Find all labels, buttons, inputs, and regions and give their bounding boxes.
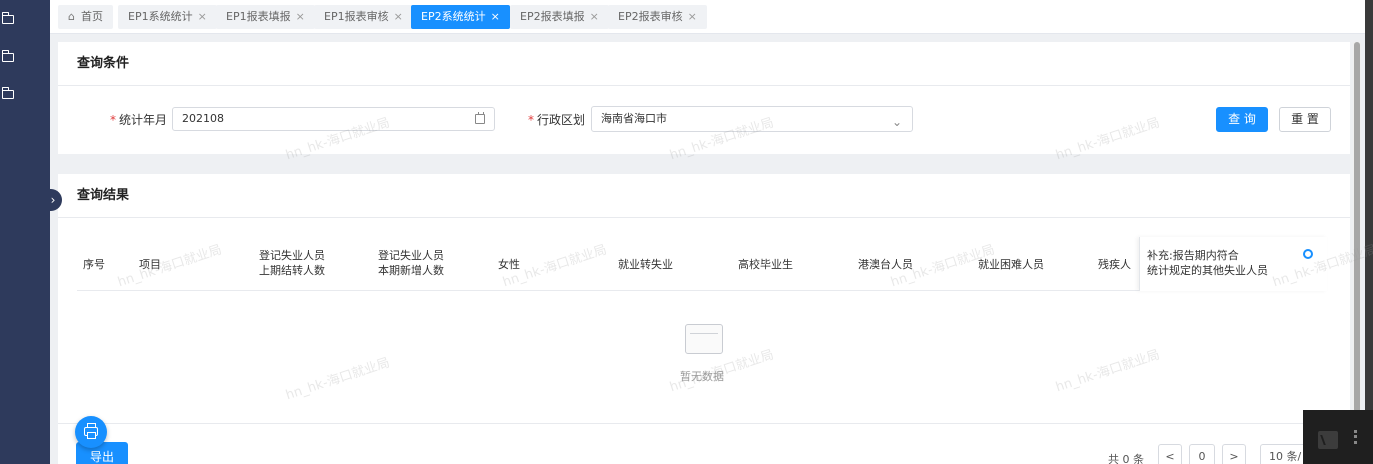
- required-mark: *: [528, 113, 534, 127]
- col-header-graduates: 高校毕业生: [738, 258, 793, 271]
- sidebar: [0, 0, 50, 464]
- col-header-supplement: 补充:报告期内符合 统计规定的其他失业人员: [1147, 249, 1268, 277]
- empty-text: 暂无数据: [680, 370, 724, 383]
- results-title: 查询结果: [58, 174, 1350, 218]
- tab-ep1-report-review[interactable]: EP1报表审核 ×: [314, 5, 413, 29]
- col-header-item: 项目: [139, 258, 161, 271]
- tab-ep2-report-fill[interactable]: EP2报表填报 ×: [510, 5, 609, 29]
- sidebar-folder-icon-3[interactable]: [1, 87, 16, 101]
- col-header-index: 序号: [83, 258, 105, 271]
- table-header: 序号 项目 登记失业人员 上期结转人数 登记失业人员 本期新增人数 女性 就业转失业…: [77, 237, 1327, 291]
- tab-close-icon[interactable]: ×: [198, 10, 207, 23]
- tab-close-icon[interactable]: ×: [491, 10, 500, 23]
- table-footer: 共 0 条 < 0 > 10 条/: [58, 423, 1350, 464]
- total-count: 共 0 条: [1108, 453, 1144, 464]
- scrollbar-thumb[interactable]: [1354, 42, 1360, 462]
- tab-ep1-system-stats[interactable]: EP1系统统计 ×: [118, 5, 217, 29]
- floating-widget[interactable]: [1303, 410, 1373, 464]
- col-header-employed-to-unemployed: 就业转失业: [618, 258, 673, 271]
- tab-close-icon[interactable]: ×: [394, 10, 403, 23]
- month-label: * 统计年月: [110, 113, 168, 127]
- fixed-column-header: 补充:报告期内符合 统计规定的其他失业人员: [1139, 237, 1327, 291]
- col-header-female: 女性: [498, 258, 520, 271]
- vertical-scrollbar[interactable]: [1353, 42, 1361, 462]
- region-label: * 行政区划: [528, 113, 586, 127]
- sidebar-folder-icon-2[interactable]: [1, 50, 16, 64]
- col-header-carried-over: 登记失业人员 上期结转人数: [259, 249, 325, 277]
- tab-ep2-report-review[interactable]: EP2报表审核 ×: [608, 5, 707, 29]
- query-card: 查询条件 * 统计年月 202108 * 行政区划 海南省海口市 ⌄ 查 询 重 置: [58, 42, 1350, 154]
- next-page-button[interactable]: >: [1222, 444, 1246, 464]
- tab-home[interactable]: ⌂ 首页: [58, 5, 113, 29]
- reset-button[interactable]: 重 置: [1279, 107, 1331, 132]
- sidebar-folder-icon-1[interactable]: [1, 12, 16, 26]
- print-fab-button[interactable]: [75, 416, 107, 448]
- region-select[interactable]: 海南省海口市 ⌄: [591, 106, 913, 132]
- screen-share-icon[interactable]: [1318, 431, 1338, 449]
- empty-inbox-icon: [685, 324, 723, 354]
- printer-icon: [84, 423, 98, 439]
- col-header-disabled: 残疾人: [1098, 258, 1131, 271]
- tab-close-icon[interactable]: ×: [688, 10, 697, 23]
- column-settings-gear-icon[interactable]: [1303, 249, 1313, 259]
- current-page[interactable]: 0: [1189, 444, 1215, 464]
- home-icon: ⌂: [68, 10, 75, 23]
- main-content: 查询条件 * 统计年月 202108 * 行政区划 海南省海口市 ⌄ 查 询 重 置…: [50, 34, 1365, 464]
- required-mark: *: [110, 113, 116, 127]
- query-title: 查询条件: [58, 42, 1350, 86]
- window-edge: [1365, 0, 1373, 464]
- tabs-bar: ⌂ 首页 EP1系统统计 × EP1报表填报 × EP1报表审核 × EP2系统统计 × …: [50, 0, 1365, 34]
- tab-ep2-system-stats[interactable]: EP2系统统计 ×: [411, 5, 510, 29]
- col-header-new-added: 登记失业人员 本期新增人数: [378, 249, 444, 277]
- month-date-picker[interactable]: 202108: [172, 107, 495, 131]
- col-header-difficulty: 就业困难人员: [978, 258, 1044, 271]
- tab-close-icon[interactable]: ×: [296, 10, 305, 23]
- prev-page-button[interactable]: <: [1158, 444, 1182, 464]
- chevron-down-icon: ⌄: [891, 115, 902, 129]
- tab-ep1-report-fill[interactable]: EP1报表填报 ×: [216, 5, 315, 29]
- more-dots-icon[interactable]: [1354, 430, 1357, 444]
- calendar-icon: [475, 112, 485, 124]
- col-header-hk-macao-taiwan: 港澳台人员: [858, 258, 913, 271]
- results-card: 查询结果 序号 项目 登记失业人员 上期结转人数 登记失业人员 本期新增人数 女性 …: [58, 174, 1350, 464]
- search-button[interactable]: 查 询: [1216, 107, 1268, 132]
- tab-close-icon[interactable]: ×: [590, 10, 599, 23]
